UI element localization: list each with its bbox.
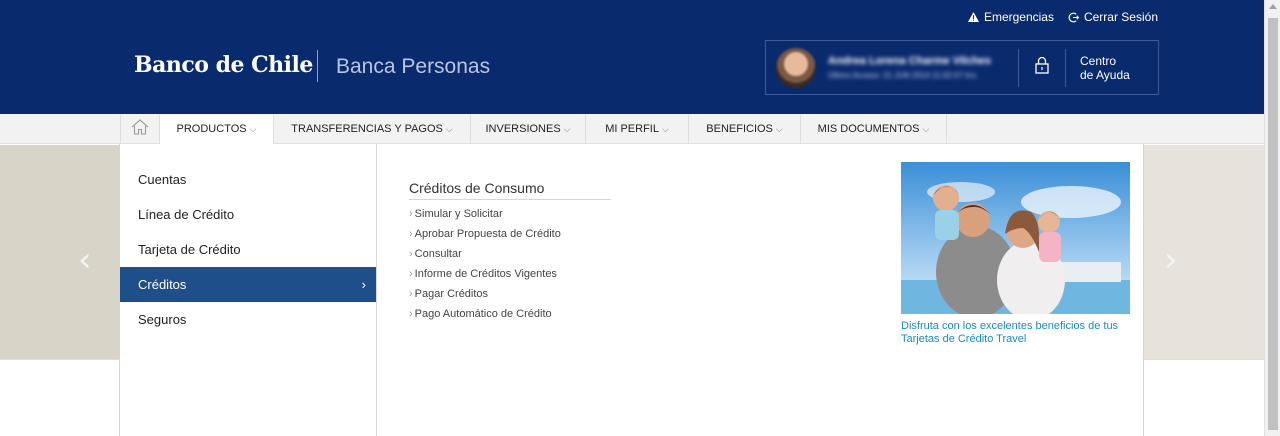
help-line-2: de Ayuda <box>1080 67 1130 82</box>
user-info: Andrea Lorena Charme Vilches Último Acce… <box>828 55 1018 80</box>
nav-inversiones[interactable]: INVERSIONES ⌵ <box>471 114 586 144</box>
nav-label: PRODUCTOS <box>176 123 247 135</box>
chevron-down-icon: ⌵ <box>445 123 453 134</box>
category-label: Seguros <box>138 312 187 327</box>
category-label: Créditos <box>138 277 187 292</box>
product-categories: Cuentas Línea de Crédito Tarjeta de Créd… <box>120 144 377 436</box>
bullet-arrow-icon: › <box>409 288 413 300</box>
page-scrollbar[interactable] <box>1264 0 1280 436</box>
lock-icon <box>1035 56 1049 79</box>
products-dropdown: Cuentas Línea de Crédito Tarjeta de Créd… <box>119 144 1144 436</box>
emergencias-label: Emergencias <box>983 10 1054 24</box>
link-label: Simular y Solicitar <box>414 208 503 220</box>
nav-label: MI PERFIL <box>605 123 659 135</box>
page: Emergencias Cerrar Sesión Banco de Chile… <box>0 0 1280 436</box>
chevron-down-icon: ⌵ <box>249 123 257 134</box>
category-label: Tarjeta de Crédito <box>138 242 241 257</box>
header: Emergencias Cerrar Sesión Banco de Chile… <box>0 0 1264 114</box>
home-icon <box>131 118 149 140</box>
category-linea-de-credito[interactable]: Línea de Crédito <box>120 197 376 232</box>
promo-family-image[interactable] <box>901 162 1130 314</box>
link-consultar[interactable]: › Consultar <box>409 248 611 260</box>
category-tarjeta-de-credito[interactable]: Tarjeta de Crédito <box>120 232 376 267</box>
chevron-down-icon: ⌵ <box>563 123 571 134</box>
scroll-thumb[interactable] <box>1268 18 1278 430</box>
submenu-heading: Créditos de Consumo <box>409 180 611 200</box>
bullet-arrow-icon: › <box>409 248 413 260</box>
nav-mi-perfil[interactable]: MI PERFIL ⌵ <box>586 114 689 144</box>
link-pago-automatico[interactable]: › Pago Automático de Crédito <box>409 308 611 320</box>
bank-logo[interactable]: Banco de Chile <box>134 52 313 78</box>
logout-label: Cerrar Sesión <box>1083 10 1158 24</box>
home-button[interactable] <box>120 114 160 144</box>
section-title: Banca Personas <box>336 55 491 78</box>
nav-label: INVERSIONES <box>485 123 561 135</box>
carousel-prev-icon[interactable]: ‹ <box>78 240 92 280</box>
user-box: Andrea Lorena Charme Vilches Último Acce… <box>765 40 1159 95</box>
chevron-right-icon: › <box>361 277 366 292</box>
bullet-arrow-icon: › <box>409 268 413 280</box>
link-label: Pago Automático de Crédito <box>414 308 552 320</box>
link-label: Pagar Créditos <box>414 288 489 300</box>
scroll-up-icon[interactable] <box>1269 4 1277 9</box>
category-label: Cuentas <box>138 172 187 187</box>
category-cuentas[interactable]: Cuentas <box>120 162 376 197</box>
carousel-next-icon[interactable]: › <box>1164 240 1178 280</box>
nav-label: BENEFICIOS <box>706 123 773 135</box>
main-nav: PRODUCTOS ⌵ TRANSFERENCIAS Y PAGOS ⌵ INVER… <box>0 114 1264 144</box>
category-creditos[interactable]: Créditos › <box>120 267 376 302</box>
chevron-down-icon: ⌵ <box>775 123 783 134</box>
user-name: Andrea Lorena Charme Vilches <box>828 55 992 67</box>
link-simular-y-solicitar[interactable]: › Simular y Solicitar <box>409 208 611 220</box>
link-label: Aprobar Propuesta de Crédito <box>414 228 561 240</box>
avatar <box>776 47 816 88</box>
chevron-down-icon: ⌵ <box>922 123 930 134</box>
nav-transferencias-y-pagos[interactable]: TRANSFERENCIAS Y PAGOS ⌵ <box>274 114 471 144</box>
category-seguros[interactable]: Seguros <box>120 302 376 337</box>
user-last-access: Último Acceso: 21 JUN 2014 11:02:07 hrs. <box>828 71 979 80</box>
nav-beneficios[interactable]: BENEFICIOS ⌵ <box>689 114 801 144</box>
link-informe-creditos-vigentes[interactable]: › Informe de Créditos Vigentes <box>409 268 611 280</box>
logout-link[interactable]: Cerrar Sesión <box>1068 10 1158 24</box>
link-pagar-creditos[interactable]: › Pagar Créditos <box>409 288 611 300</box>
bullet-arrow-icon: › <box>409 308 413 320</box>
hero-banner-right <box>1143 145 1264 359</box>
chevron-down-icon: ⌵ <box>661 123 669 134</box>
logout-icon <box>1068 12 1079 23</box>
nav-label: MIS DOCUMENTOS <box>817 123 920 135</box>
top-links: Emergencias Cerrar Sesión <box>967 10 1158 24</box>
nav-productos[interactable]: PRODUCTOS ⌵ <box>160 114 274 144</box>
nav-items: PRODUCTOS ⌵ TRANSFERENCIAS Y PAGOS ⌵ INVER… <box>120 114 947 144</box>
lock-button[interactable] <box>1019 56 1065 79</box>
category-label: Línea de Crédito <box>138 207 235 222</box>
link-label: Consultar <box>414 248 462 260</box>
creditos-submenu: Créditos de Consumo › Simular y Solicitar… <box>409 180 611 320</box>
nav-mis-documentos[interactable]: MIS DOCUMENTOS ⌵ <box>801 114 947 144</box>
emergencias-link[interactable]: Emergencias <box>967 10 1054 24</box>
promo-text[interactable]: Disfruta con los excelentes beneficios d… <box>901 320 1130 346</box>
header-divider <box>317 50 318 82</box>
warning-icon <box>967 12 979 22</box>
nav-label: TRANSFERENCIAS Y PAGOS <box>291 123 443 135</box>
bullet-arrow-icon: › <box>409 228 413 240</box>
help-center-link[interactable]: Centro de Ayuda <box>1066 54 1130 82</box>
promo-card[interactable]: Disfruta con los excelentes beneficios d… <box>901 162 1130 346</box>
bullet-arrow-icon: › <box>409 208 413 220</box>
link-label: Informe de Créditos Vigentes <box>414 268 557 280</box>
help-line-1: Centro <box>1080 53 1117 68</box>
link-aprobar-propuesta[interactable]: › Aprobar Propuesta de Crédito <box>409 228 611 240</box>
